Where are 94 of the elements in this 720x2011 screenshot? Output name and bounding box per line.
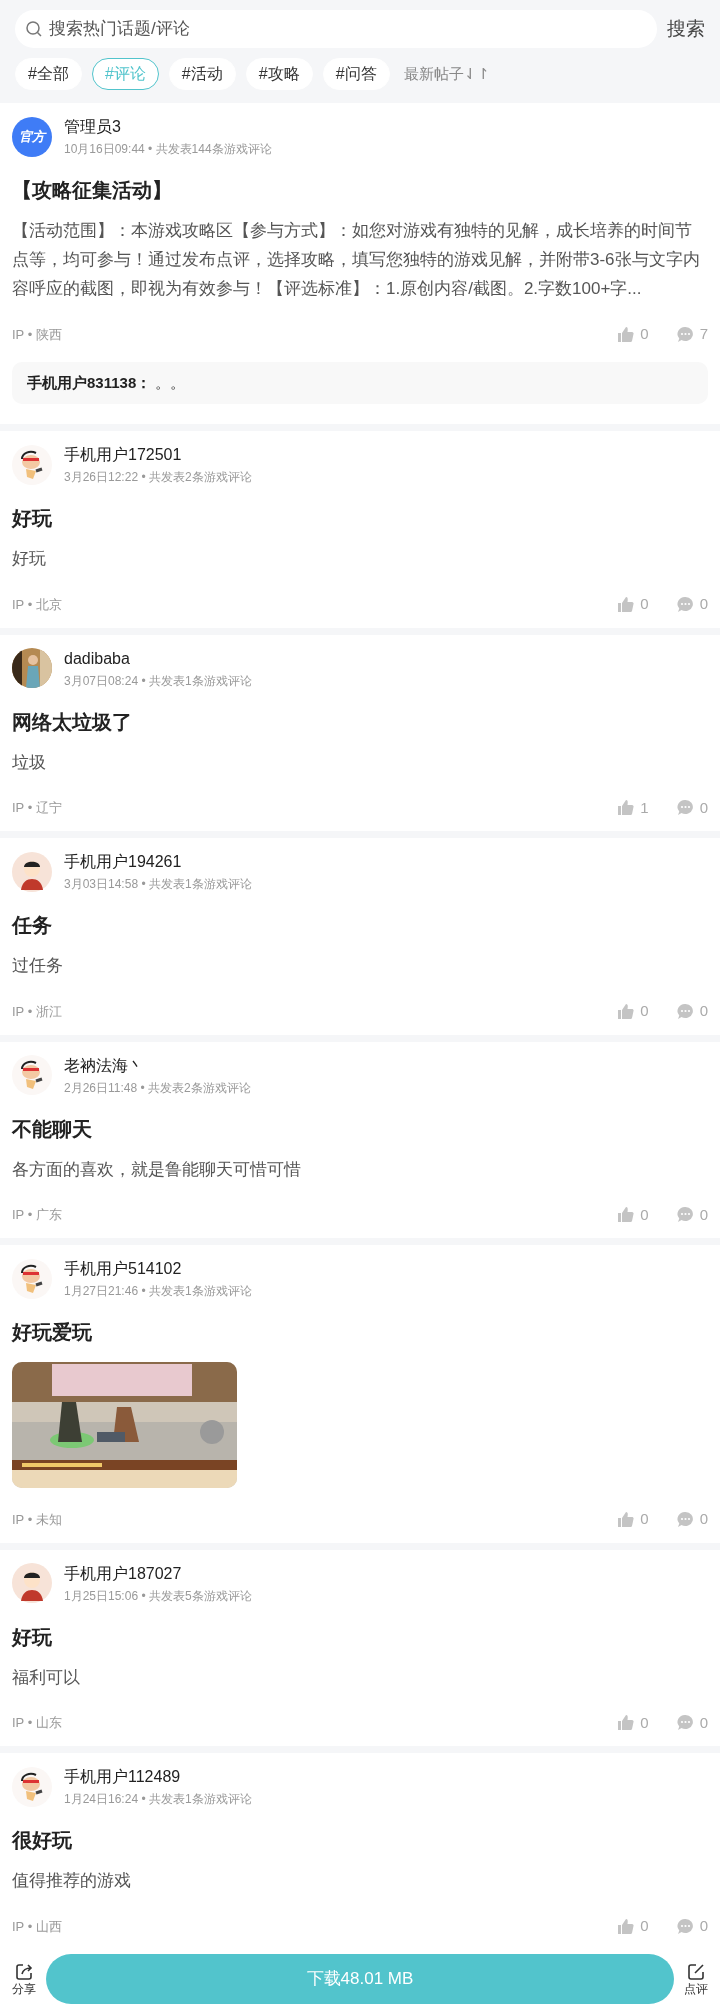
username: 手机用户187027 — [64, 1563, 183, 1584]
post-title: 不能聊天 — [12, 1116, 93, 1142]
ip-location: IP • 未知 — [12, 1510, 63, 1529]
post-meta: 10月16日09:44 • 共发表144条游戏评论 — [64, 141, 272, 157]
like-button[interactable]: 0 — [617, 1000, 649, 1023]
like-button[interactable]: 0 — [617, 1508, 649, 1531]
username: 手机用户112489 — [64, 1767, 182, 1787]
share-icon — [14, 1961, 34, 1982]
comment-button[interactable]: 0 — [676, 1000, 708, 1023]
speech-bubble-icon — [676, 1002, 694, 1020]
tag-tab[interactable]: #问答 — [322, 58, 390, 90]
post-body: 各方面的喜欢，就是鲁能聊天可惜可惜 — [12, 1158, 302, 1181]
username: 手机用户172501 — [64, 445, 183, 465]
comment-button[interactable]: 0 — [676, 1915, 708, 1938]
like-button[interactable]: 0 — [617, 1203, 649, 1226]
avatar — [12, 851, 52, 892]
like-button[interactable]: 0 — [617, 323, 649, 346]
post-title: 【攻略征集活动】 — [12, 178, 173, 203]
like-button[interactable]: 0 — [617, 1915, 649, 1938]
like-button[interactable]: 1 — [617, 796, 649, 819]
post-meta: 3月07日08:24 • 共发表1条游戏评论 — [64, 672, 252, 689]
review-button[interactable]: 点评 — [682, 1961, 710, 1997]
ip-location: IP • 陕西 — [12, 325, 63, 344]
post-body: 垃圾 — [12, 751, 47, 774]
speech-bubble-icon — [676, 595, 694, 613]
post-title: 好玩 — [12, 1624, 53, 1650]
speech-bubble-icon — [676, 1714, 694, 1732]
avatar — [12, 648, 52, 688]
comment-button[interactable]: 0 — [676, 1203, 708, 1226]
post-body: 好玩 — [12, 548, 47, 570]
comment-button[interactable]: 7 — [676, 323, 708, 346]
post-title: 网络太垃圾了 — [12, 709, 133, 735]
share-button[interactable]: 分享 — [10, 1961, 38, 1997]
username: dadibaba — [64, 648, 131, 669]
comment-button[interactable]: 0 — [676, 593, 708, 616]
username: 管理员3 — [64, 117, 122, 137]
username: 老衲法海丶 — [64, 1055, 145, 1076]
speech-bubble-icon — [676, 1917, 694, 1935]
thumbs-up-icon — [617, 799, 635, 817]
post-meta: 1月27日21:46 • 共发表1条游戏评论 — [64, 1283, 252, 1299]
edit-icon — [686, 1961, 706, 1982]
post-title: 任务 — [12, 913, 53, 938]
tag-tab[interactable]: #活动 — [168, 58, 236, 90]
thumbs-up-icon — [617, 1714, 635, 1732]
username: 手机用户194261 — [64, 852, 183, 872]
thumbs-up-icon — [617, 325, 635, 343]
avatar — [12, 1055, 52, 1095]
ip-location: IP • 山东 — [12, 1714, 63, 1732]
post-meta: 1月25日15:06 • 共发表5条游戏评论 — [64, 1587, 252, 1604]
thumbs-up-icon — [617, 1917, 635, 1935]
download-button[interactable]: 下载48.01 MB — [46, 1954, 674, 2004]
ip-location: IP • 山西 — [12, 1917, 63, 1936]
post-meta: 2月26日11:48 • 共发表2条游戏评论 — [64, 1079, 251, 1096]
post-title: 好玩爱玩 — [12, 1320, 93, 1345]
like-button[interactable]: 0 — [617, 593, 649, 616]
comment-button[interactable]: 0 — [676, 1508, 708, 1531]
search-icon — [25, 20, 43, 38]
tag-tab[interactable]: #攻略 — [245, 58, 313, 90]
comment-button[interactable]: 0 — [676, 796, 708, 819]
ip-location: IP • 北京 — [12, 595, 63, 614]
thumbs-up-icon — [617, 1510, 635, 1528]
post-title: 好玩 — [12, 506, 53, 531]
ip-location: IP • 辽宁 — [12, 799, 63, 817]
sort-button[interactable]: 最新帖子⇃↾ — [403, 62, 490, 86]
speech-bubble-icon — [676, 325, 694, 343]
post-meta: 3月03日14:58 • 共发表1条游戏评论 — [64, 876, 252, 892]
post-meta: 1月24日16:24 • 共发表1条游戏评论 — [64, 1791, 252, 1807]
post-body: 【活动范围】：本游戏攻略区【参与方式】：如您对游戏有独特的见解，成长培养的时间节点等，均可参与！通过发布点评，选择攻略，填写您独特的游戏见解，并附带3-6张与文字内容呼应的截图，即视为有效参与！【评选标准】：1.原创内容/截图。2.字数100+字... — [12, 220, 701, 300]
avatar — [12, 1766, 52, 1807]
tag-tab[interactable]: #全部 — [15, 58, 82, 90]
post-body: 值得推荐的游戏 — [12, 1870, 132, 1892]
thumbs-up-icon — [617, 1206, 635, 1224]
speech-bubble-icon — [676, 1206, 694, 1224]
avatar — [12, 1258, 52, 1299]
username: 手机用户514102 — [64, 1259, 183, 1279]
avatar-label: 官方 — [19, 127, 45, 146]
speech-bubble-icon — [676, 799, 694, 817]
post-title: 很好玩 — [12, 1828, 73, 1853]
avatar — [12, 444, 52, 485]
ip-location: IP • 浙江 — [12, 1002, 63, 1021]
comment-button[interactable]: 0 — [676, 1711, 708, 1734]
post-meta: 3月26日12:22 • 共发表2条游戏评论 — [64, 469, 252, 485]
thumbs-up-icon — [617, 1002, 635, 1020]
avatar — [12, 1563, 52, 1603]
post-body: 过任务 — [12, 955, 64, 977]
thumbs-up-icon — [617, 595, 635, 613]
search-button[interactable]: 搜索 — [667, 14, 705, 44]
search-field[interactable]: 搜索热门话题/评论 — [15, 10, 657, 48]
speech-bubble-icon — [676, 1510, 694, 1528]
ip-location: IP • 广东 — [12, 1206, 63, 1224]
post-body: 福利可以 — [12, 1666, 81, 1689]
tag-tab[interactable]: #评论 — [91, 58, 159, 90]
reply-preview: 手机用户831138： 。。 — [12, 361, 708, 404]
like-button[interactable]: 0 — [617, 1711, 649, 1734]
